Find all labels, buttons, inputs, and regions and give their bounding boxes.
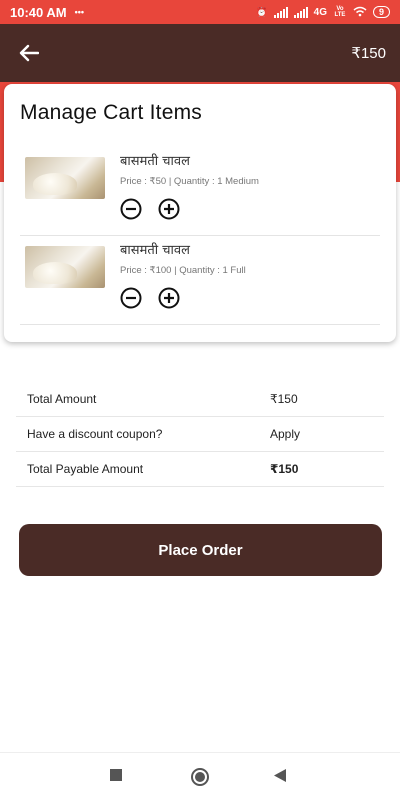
total-amount-label: Total Amount — [27, 392, 97, 406]
apply-coupon-link[interactable]: Apply — [270, 427, 384, 441]
cart-total: ₹150 — [351, 45, 386, 62]
item-details: बासमती चावल Price : ₹100 | Quantity : 1 … — [120, 240, 380, 324]
total-amount-value: ₹150 — [270, 392, 298, 406]
system-nav-bar — [0, 752, 400, 800]
rice-sack-image — [25, 246, 105, 288]
payable-amount-label: Total Payable Amount — [27, 462, 144, 476]
quantity-controls — [120, 198, 380, 220]
minus-circle-icon[interactable] — [120, 198, 142, 220]
quantity-controls — [120, 287, 380, 309]
home-button[interactable] — [190, 767, 210, 787]
network-type: 4G — [313, 6, 327, 18]
rice-sack-image — [25, 157, 105, 199]
item-details: बासमती चावल Price : ₹50 | Quantity : 1 M… — [120, 151, 380, 235]
back-nav-button[interactable] — [274, 769, 286, 782]
order-summary: Total Amount ₹150 Have a discount coupon… — [16, 382, 384, 487]
page-title: Manage Cart Items — [20, 101, 202, 124]
signal-icon-2 — [293, 6, 308, 18]
minus-circle-icon[interactable] — [120, 287, 142, 309]
coupon-row: Have a discount coupon? Apply — [16, 417, 384, 452]
status-left-icons: ••• — [75, 7, 84, 17]
status-bar: 10:40 AM ••• ⏰ 4G Vo LTE 9 — [0, 0, 400, 24]
place-order-button[interactable]: Place Order — [19, 524, 382, 576]
cart-item: बासमती चावल Price : ₹50 | Quantity : 1 M… — [20, 147, 380, 236]
arrow-left-icon — [19, 44, 39, 62]
square-icon — [110, 769, 122, 781]
recents-button[interactable] — [110, 769, 122, 781]
battery-indicator: 9 — [372, 6, 390, 18]
volte-label: Vo LTE — [334, 6, 346, 18]
cart-card: Manage Cart Items बासमती चावल Price : ₹5… — [4, 84, 396, 342]
status-time: 10:40 AM — [10, 4, 67, 20]
signal-icon-1 — [273, 6, 288, 18]
item-meta: Price : ₹50 | Quantity : 1 Medium — [120, 176, 259, 187]
item-name: बासमती चावल — [120, 154, 190, 169]
plus-circle-icon[interactable] — [158, 287, 180, 309]
payable-amount-value: ₹150 — [270, 462, 299, 476]
alarm-icon: ⏰ — [256, 6, 268, 17]
plus-circle-icon[interactable] — [158, 198, 180, 220]
app-bar: ₹150 — [0, 24, 400, 82]
cart-item: बासमती चावल Price : ₹100 | Quantity : 1 … — [20, 236, 380, 325]
item-name: बासमती चावल — [120, 243, 190, 258]
payable-amount-row: Total Payable Amount ₹150 — [16, 452, 384, 487]
triangle-back-icon — [274, 769, 286, 782]
back-button[interactable] — [18, 42, 40, 64]
circle-icon — [191, 768, 209, 786]
wifi-icon — [353, 6, 367, 19]
status-right: ⏰ 4G Vo LTE 9 — [256, 6, 390, 19]
coupon-label: Have a discount coupon? — [27, 427, 163, 441]
item-meta: Price : ₹100 | Quantity : 1 Full — [120, 265, 246, 276]
notification-dots-icon: ••• — [74, 7, 85, 17]
total-amount-row: Total Amount ₹150 — [16, 382, 384, 417]
